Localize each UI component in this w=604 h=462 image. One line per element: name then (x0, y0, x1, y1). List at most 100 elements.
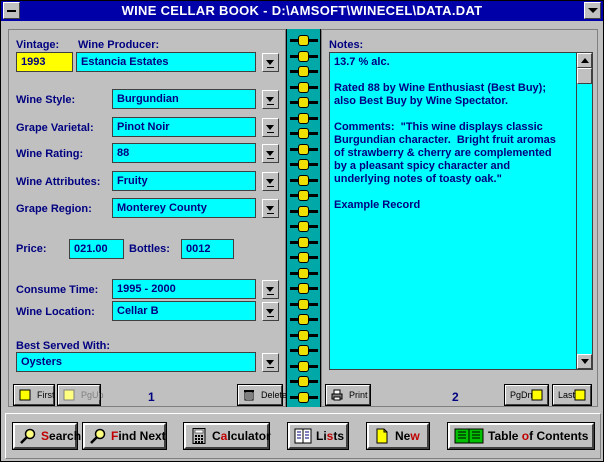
main-window: WINE CELLAR BOOK - D:\AMSOFT\WINECEL\DAT… (0, 0, 604, 462)
new-page-icon (376, 428, 388, 444)
style-field[interactable]: Burgundian (112, 89, 256, 109)
underline-icon (267, 213, 274, 214)
spiral-ring (290, 112, 318, 124)
region-label: Grape Region: (16, 203, 92, 215)
spiral-binding (286, 29, 321, 407)
spiral-ring (290, 298, 318, 310)
ring-bead (298, 329, 309, 341)
delete-button[interactable]: Delete (237, 384, 287, 406)
lists-button[interactable]: Lists (287, 422, 349, 450)
ring-bead (298, 97, 309, 108)
ring-bead (298, 376, 309, 387)
print-button[interactable]: Print (325, 384, 371, 406)
print-button-label: Print (349, 390, 368, 400)
varietal-label: Grape Varietal: (16, 122, 94, 134)
find-label: ind Next (118, 429, 166, 443)
page-icon (19, 389, 31, 401)
first-button-label: First (37, 390, 55, 400)
lists-label-pre: Li (316, 429, 327, 443)
page-icon (531, 389, 543, 401)
calculator-button[interactable]: Calculator (183, 422, 271, 450)
last-button[interactable]: Last (552, 384, 592, 406)
chevron-down-icon (266, 125, 274, 130)
notes-scrollbar[interactable] (576, 53, 592, 369)
page-icon (63, 389, 75, 401)
calc-label: lculator (227, 429, 271, 443)
underline-icon (267, 294, 274, 295)
search-label: earch (49, 429, 82, 443)
price-field[interactable]: 021.00 (69, 239, 124, 259)
bottles-field[interactable]: 0012 (181, 239, 234, 259)
vintage-label: Vintage: (16, 39, 60, 51)
ring-bead (298, 298, 309, 310)
attributes-field[interactable]: Fruity (112, 171, 256, 191)
toc-label: f Contents (529, 429, 589, 443)
first-button[interactable]: First (13, 384, 55, 406)
ring-bead (298, 236, 309, 248)
varietal-dropdown-button[interactable] (262, 118, 279, 137)
location-dropdown-button[interactable] (262, 302, 279, 321)
minimize-icon (588, 8, 598, 13)
ring-bead (298, 283, 309, 294)
scroll-thumb[interactable] (577, 68, 592, 84)
rating-field[interactable]: 88 (112, 143, 256, 163)
table-of-contents-button[interactable]: Table of Contents (447, 422, 595, 450)
attributes-dropdown-button[interactable] (262, 172, 279, 191)
underline-icon (267, 158, 274, 159)
served-field[interactable]: Oysters (16, 352, 256, 372)
consume-dropdown-button[interactable] (262, 280, 279, 299)
served-dropdown-button[interactable] (262, 353, 279, 372)
producer-field[interactable]: Estancia Estates (76, 52, 256, 72)
new-hotkey: w (410, 429, 420, 443)
spiral-ring (290, 190, 318, 201)
find-next-button[interactable]: Find Next (82, 422, 167, 450)
page-icon (574, 389, 586, 401)
arrow-down-icon (581, 359, 589, 364)
notes-text: 13.7 % alc. Rated 88 by Wine Enthusiast … (334, 56, 556, 211)
ring-bead (298, 345, 309, 356)
delete-button-label: Delete (261, 390, 288, 400)
chevron-down-icon (266, 151, 274, 156)
ring-bead (298, 143, 309, 155)
notes-label: Notes: (329, 39, 364, 51)
underline-icon (267, 186, 274, 187)
varietal-field[interactable]: Pinot Noir (112, 117, 256, 137)
title-bar: WINE CELLAR BOOK - D:\AMSOFT\WINECEL\DAT… (1, 1, 603, 21)
price-label: Price: (16, 243, 47, 255)
ring-bead (298, 81, 309, 93)
chevron-down-icon (266, 287, 274, 292)
left-page-number: 1 (148, 390, 155, 404)
ring-bead (298, 252, 309, 263)
chevron-down-icon (266, 60, 274, 65)
toc-label-pre: Table (488, 429, 522, 443)
scroll-down-button[interactable] (577, 354, 592, 369)
ring-bead (298, 174, 309, 186)
underline-icon (267, 367, 274, 368)
rating-dropdown-button[interactable] (262, 144, 279, 163)
spiral-ring (290, 35, 318, 46)
pgup-button[interactable]: PgUp (57, 384, 104, 406)
producer-dropdown-button[interactable] (262, 53, 279, 72)
pgdn-button-label: PgDn (510, 390, 533, 400)
region-field[interactable]: Monterey County (112, 198, 256, 218)
region-dropdown-button[interactable] (262, 199, 279, 218)
ring-bead (298, 128, 309, 139)
vintage-field[interactable]: 1993 (16, 52, 73, 72)
scroll-up-button[interactable] (577, 53, 592, 68)
printer-icon (331, 389, 343, 401)
new-label-pre: Ne (395, 429, 411, 443)
ring-bead (298, 360, 309, 372)
location-field[interactable]: Cellar B (112, 301, 256, 321)
new-button[interactable]: New (366, 422, 430, 450)
attributes-label: Wine Attributes: (16, 176, 101, 188)
spiral-ring (290, 360, 318, 372)
right-page-number: 2 (452, 390, 459, 404)
consume-field[interactable]: 1995 - 2000 (112, 279, 256, 299)
system-menu-button[interactable] (3, 2, 20, 19)
style-dropdown-button[interactable] (262, 90, 279, 109)
search-button[interactable]: Search (12, 422, 81, 450)
minimize-button[interactable] (584, 2, 601, 19)
notes-textarea[interactable]: 13.7 % alc. Rated 88 by Wine Enthusiast … (329, 52, 593, 370)
consume-label: Consume Time: (16, 284, 99, 296)
pgdn-button[interactable]: PgDn (504, 384, 549, 406)
